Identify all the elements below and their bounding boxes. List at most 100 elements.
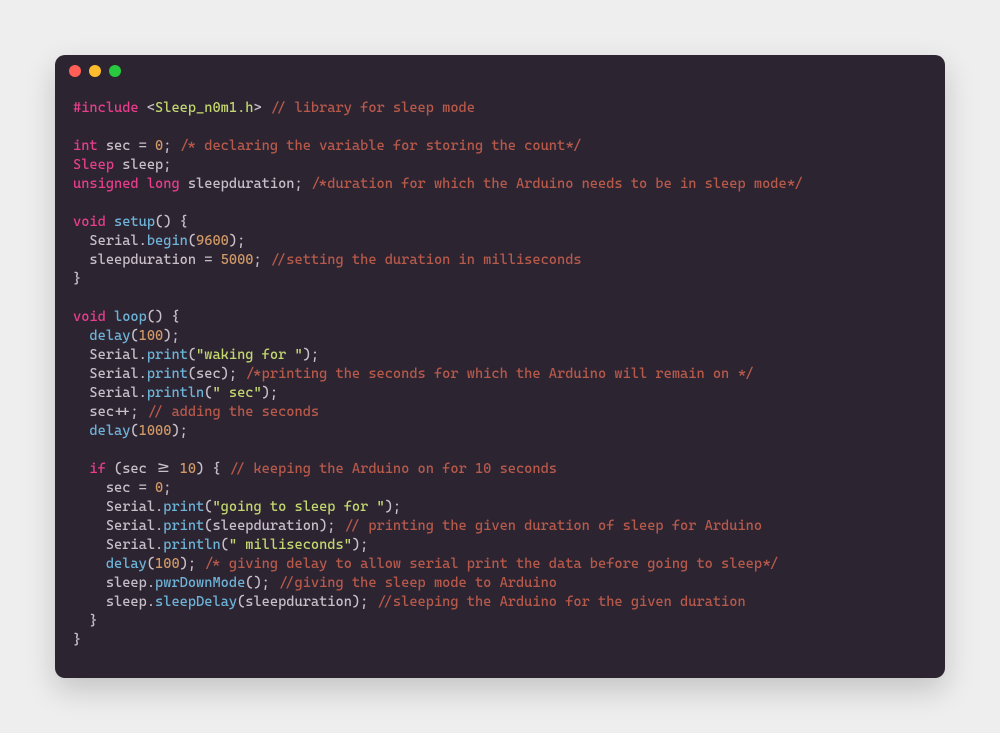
code-token: ( [221,537,229,553]
code-token: Sleep [73,157,114,173]
code-token: (sec >= [106,461,180,477]
code-line: sec = 0; [73,479,927,498]
code-token: /*printing the seconds for which the Ard… [245,366,754,382]
code-token: ); [303,347,319,363]
code-line [73,289,927,308]
code-token: 100 [139,328,164,344]
code-token: > [253,100,269,116]
code-line: Serial.print("waking for "); [73,346,927,365]
code-token: ); [385,499,401,515]
code-token: Serial. [73,518,163,534]
code-token: ); [262,385,278,401]
code-token: ); [352,537,368,553]
code-line: Sleep sleep; [73,156,927,175]
code-token: sleep. [73,575,155,591]
code-line: Serial.print(sec); /*printing the second… [73,365,927,384]
code-token: pwrDownMode [155,575,245,591]
code-line: } [73,270,927,289]
code-token: begin [147,233,188,249]
maximize-icon[interactable] [109,65,121,77]
code-token: ; [163,157,171,173]
code-token: /* declaring the variable for storing th… [180,138,582,154]
code-token: void [73,309,106,325]
code-line: Serial.begin(9600); [73,232,927,251]
code-line: delay(100); /* giving delay to allow ser… [73,555,927,574]
code-token: (sleepduration); [237,594,376,610]
code-token: () { [155,214,188,230]
code-token: delay [89,328,130,344]
code-token: } [73,632,81,648]
code-token: /* giving delay to allow serial print th… [204,556,778,572]
code-token: ; [253,252,269,268]
code-token: sec [98,138,139,154]
code-token: // library for sleep mode [270,100,475,116]
code-line: } [73,612,927,631]
code-token: (); [245,575,278,591]
code-token: // keeping the Arduino on for 10 seconds [229,461,557,477]
code-token: sleep [114,157,163,173]
code-token: 0 [155,138,163,154]
code-token: 0 [155,480,163,496]
code-token: #include [73,100,139,116]
code-line: sleep.sleepDelay(sleepduration); //sleep… [73,593,927,612]
code-token: int [73,138,98,154]
code-window: #include <Sleep_n0m1.h> // library for s… [55,55,945,678]
code-token: print [163,499,204,515]
code-token [73,328,89,344]
code-token: sleep. [73,594,155,610]
code-token [73,423,89,439]
code-editor[interactable]: #include <Sleep_n0m1.h> // library for s… [55,87,945,678]
code-token: unsigned long [73,176,180,192]
code-line: Serial.println(" sec"); [73,384,927,403]
code-token: ; [294,176,310,192]
code-token: /*duration for which the Arduino needs t… [311,176,803,192]
code-token: ); [180,556,205,572]
code-token: ); [171,423,187,439]
code-token: 1000 [139,423,172,439]
code-line: void loop() { [73,308,927,327]
code-token: ; [163,138,179,154]
code-token: = [139,138,155,154]
code-token: 10 [180,461,196,477]
code-token: ); [229,233,245,249]
code-token: 9600 [196,233,229,249]
code-token: println [147,385,204,401]
code-token: ( [130,328,138,344]
code-token: 5000 [221,252,254,268]
code-token: sec [73,480,139,496]
code-token: " sec" [212,385,261,401]
code-token: sec [73,404,114,420]
code-token: loop [114,309,147,325]
code-token [106,214,114,230]
code-token: (sec); [188,366,245,382]
code-token: "going to sleep for " [212,499,384,515]
code-token: delay [106,556,147,572]
code-token [73,556,106,572]
close-icon[interactable] [69,65,81,77]
code-token [73,461,89,477]
code-token: println [163,537,220,553]
code-token: () { [147,309,180,325]
code-token: ( [130,423,138,439]
code-token: print [147,347,188,363]
code-token: } [73,271,81,287]
code-token: // printing the given duration of sleep … [344,518,762,534]
code-token: (sleepduration); [204,518,343,534]
code-line: sleep.pwrDownMode(); //giving the sleep … [73,574,927,593]
code-token: " milliseconds" [229,537,352,553]
code-line: sleepduration = 5000; //setting the dura… [73,251,927,270]
code-line: Serial.println(" milliseconds"); [73,536,927,555]
code-token: "waking for " [196,347,303,363]
code-token [106,309,114,325]
code-token: sleepduration [180,176,295,192]
code-token: Serial. [73,385,147,401]
code-line [73,441,927,460]
code-token: void [73,214,106,230]
minimize-icon[interactable] [89,65,101,77]
code-token: ); [163,328,179,344]
code-token: = [204,252,220,268]
code-token: print [147,366,188,382]
code-line: Serial.print(sleepduration); // printing… [73,517,927,536]
code-token: Serial. [73,366,147,382]
code-token: Sleep_n0m1.h [155,100,253,116]
